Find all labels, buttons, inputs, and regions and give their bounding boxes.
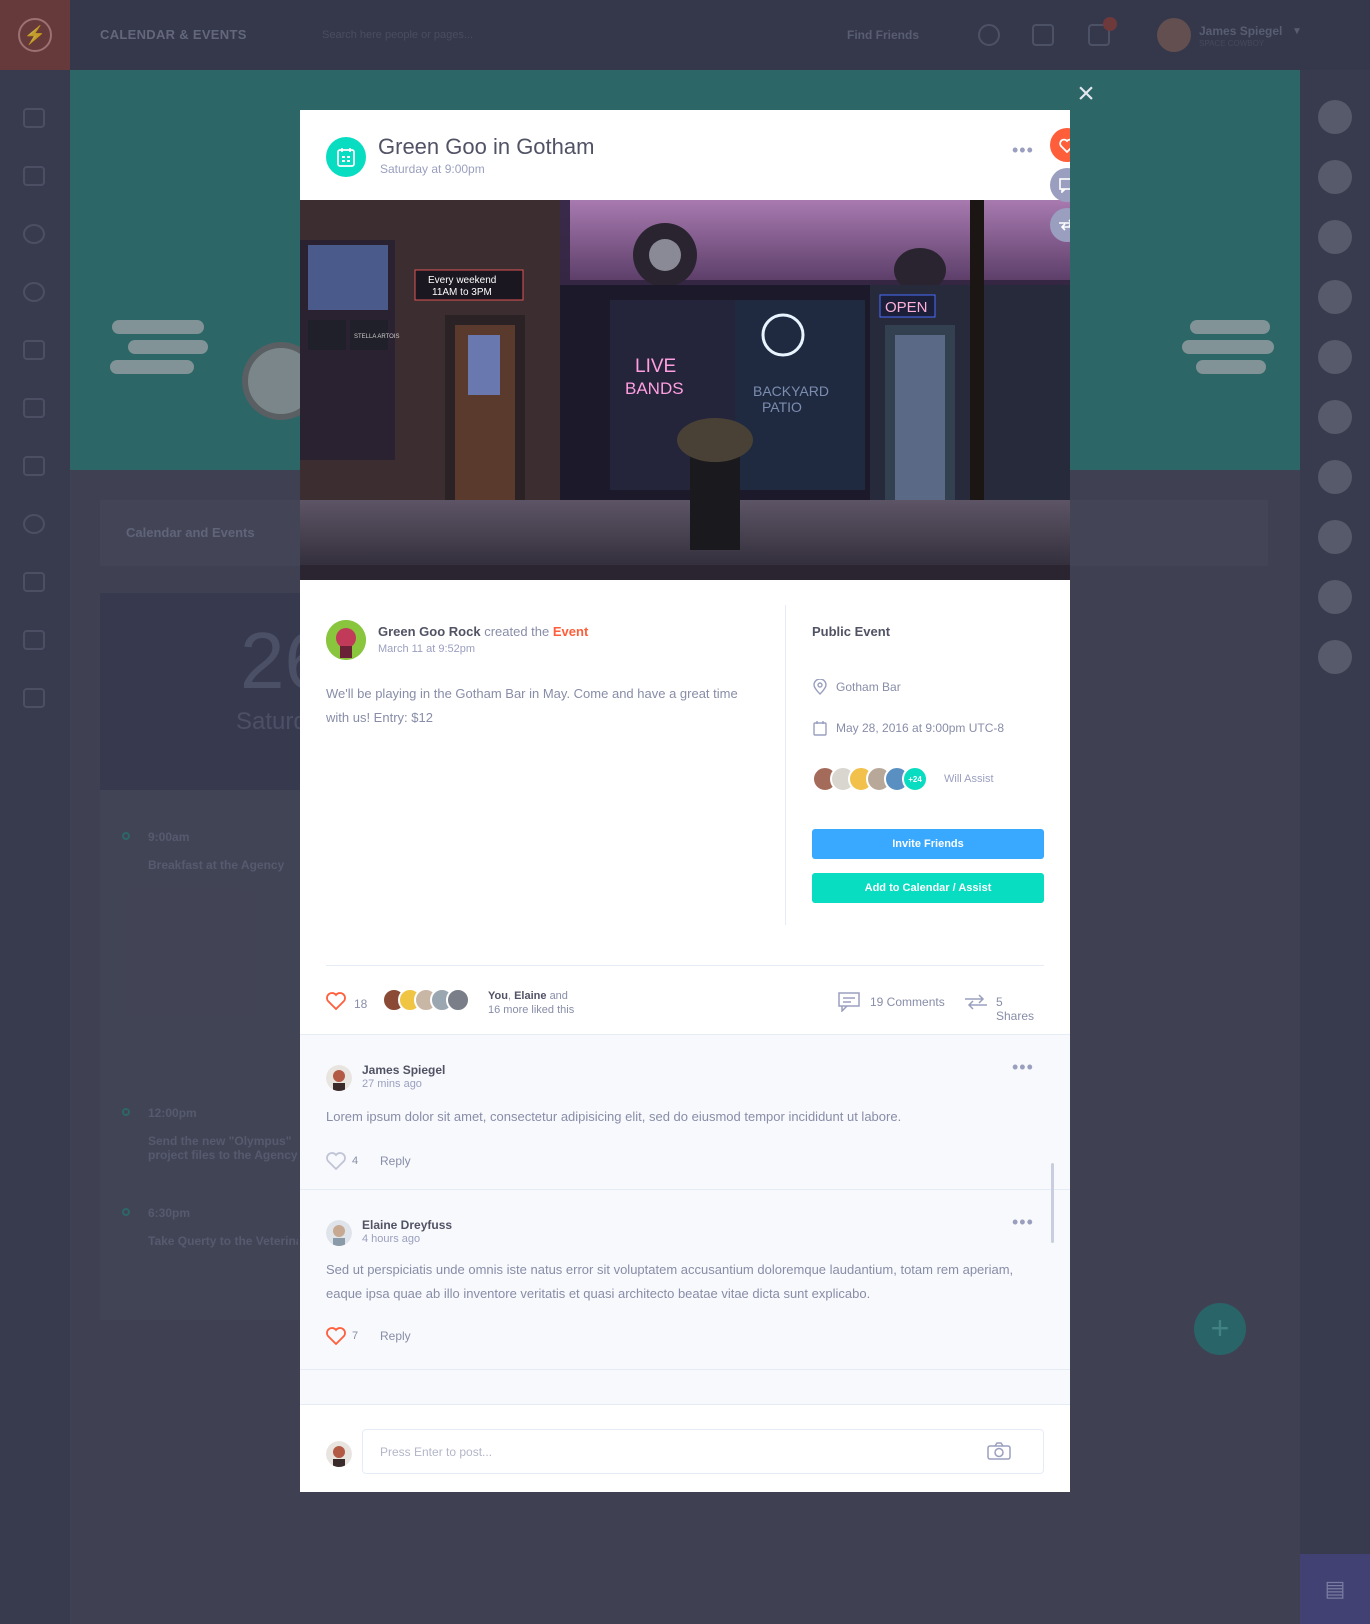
location-row: Gotham Bar bbox=[812, 679, 901, 695]
close-icon[interactable]: × bbox=[1074, 79, 1098, 109]
attendees-row[interactable]: +24 Will Assist bbox=[812, 766, 994, 792]
liker-elaine[interactable]: Elaine bbox=[514, 990, 546, 1002]
liked-by-text: You, Elaine and 16 more liked this bbox=[488, 990, 575, 1016]
comment-icon[interactable] bbox=[838, 992, 860, 1017]
calendar-icon bbox=[326, 137, 366, 177]
commenter-name[interactable]: Elaine Dreyfuss bbox=[362, 1218, 452, 1232]
current-user-avatar[interactable] bbox=[326, 1441, 352, 1467]
comment-item: James Spiegel 27 mins ago ••• Lorem ipsu… bbox=[300, 1035, 1070, 1190]
author-line: Green Goo Rock created the Event bbox=[378, 624, 588, 639]
neon-sign-open: OPEN bbox=[885, 299, 928, 316]
invite-friends-button[interactable]: Invite Friends bbox=[812, 829, 1044, 859]
more-dots-icon[interactable]: ••• bbox=[1012, 1212, 1034, 1233]
heart-icon[interactable] bbox=[326, 1327, 346, 1350]
heart-icon[interactable] bbox=[326, 992, 346, 1015]
camera-icon[interactable] bbox=[987, 1442, 1011, 1460]
more-dots-icon[interactable]: ••• bbox=[1012, 140, 1034, 161]
comments-section: James Spiegel 27 mins ago ••• Lorem ipsu… bbox=[300, 1034, 1070, 1404]
neon-sign-hours: 11AM to 3PM bbox=[432, 287, 492, 298]
reply-link[interactable]: Reply bbox=[380, 1329, 411, 1343]
column-divider bbox=[785, 605, 786, 925]
created-text: created the bbox=[484, 624, 550, 639]
will-assist-label: Will Assist bbox=[944, 773, 994, 785]
event-title: Green Goo in Gotham bbox=[378, 134, 595, 159]
comment-time: 27 mins ago bbox=[362, 1078, 422, 1090]
sign-patio: PATIO bbox=[762, 399, 802, 415]
divider bbox=[326, 965, 1044, 966]
location-text[interactable]: Gotham Bar bbox=[836, 680, 901, 694]
comment-input[interactable] bbox=[362, 1429, 1044, 1474]
commenter-avatar[interactable] bbox=[326, 1220, 352, 1246]
more-attendees-badge[interactable]: +24 bbox=[902, 766, 928, 792]
neon-sign-live: LIVE bbox=[635, 356, 676, 377]
comment-likes: 4 bbox=[352, 1155, 359, 1167]
comment-text: Sed ut perspiciatis unde omnis iste natu… bbox=[326, 1262, 1014, 1301]
stats-row: 18 You, Elaine and 16 more liked this 19… bbox=[326, 980, 1044, 1023]
liker-you[interactable]: You bbox=[488, 990, 508, 1002]
share-icon[interactable] bbox=[964, 993, 988, 1016]
datetime-text: May 28, 2016 at 9:00pm UTC-8 bbox=[836, 721, 1005, 735]
likes-count: 18 bbox=[354, 997, 368, 1011]
author-avatar[interactable] bbox=[326, 620, 366, 660]
datetime-row: May 28, 2016 at 9:00pm UTC-8 bbox=[812, 720, 1004, 736]
location-icon bbox=[812, 679, 828, 695]
heart-icon[interactable] bbox=[326, 1152, 346, 1175]
comment-text: Lorem ipsum dolor sit amet, consectetur … bbox=[326, 1109, 902, 1124]
more-dots-icon[interactable]: ••• bbox=[1012, 1057, 1034, 1078]
comment-time: 4 hours ago bbox=[362, 1233, 421, 1245]
liked-and: and bbox=[549, 990, 568, 1002]
modal-header: Green Goo in Gotham Saturday at 9:00pm •… bbox=[300, 110, 1070, 200]
shares-count[interactable]: 5 Shares bbox=[996, 995, 1044, 1023]
bar-storefront-image: Every weekend 11AM to 3PM STELLA ARTOIS … bbox=[300, 200, 1070, 580]
liked-more[interactable]: 16 more liked this bbox=[488, 1004, 574, 1016]
comments-count[interactable]: 19 Comments bbox=[870, 995, 945, 1009]
liker-avatar[interactable] bbox=[446, 988, 470, 1012]
post-comment-area bbox=[300, 1404, 1070, 1492]
event-subtitle: Saturday at 9:00pm bbox=[380, 162, 485, 176]
event-photo: Every weekend 11AM to 3PM STELLA ARTOIS … bbox=[300, 200, 1070, 580]
neon-sign-weekend: Every weekend bbox=[428, 275, 496, 286]
sign-backyard: BACKYARD bbox=[753, 383, 829, 399]
reply-link[interactable]: Reply bbox=[380, 1154, 411, 1168]
likers-avatars[interactable] bbox=[382, 988, 470, 1012]
public-event-label: Public Event bbox=[812, 624, 891, 639]
commenter-name[interactable]: James Spiegel bbox=[362, 1063, 445, 1077]
calendar-icon bbox=[812, 720, 828, 736]
neon-sign-bands: BANDS bbox=[625, 379, 684, 398]
comments-scrollbar[interactable] bbox=[1051, 1163, 1054, 1243]
comment-item: Elaine Dreyfuss 4 hours ago ••• Sed ut p… bbox=[300, 1190, 1070, 1370]
author-date: March 11 at 9:52pm bbox=[378, 643, 476, 655]
comment-likes: 7 bbox=[352, 1330, 359, 1342]
event-link[interactable]: Event bbox=[553, 624, 588, 639]
event-modal: Green Goo in Gotham Saturday at 9:00pm •… bbox=[300, 110, 1070, 1492]
commenter-avatar[interactable] bbox=[326, 1065, 352, 1091]
author-name[interactable]: Green Goo Rock bbox=[378, 624, 481, 639]
add-to-calendar-button[interactable]: Add to Calendar / Assist bbox=[812, 873, 1044, 903]
stella-sign: STELLA ARTOIS bbox=[354, 334, 399, 340]
event-description: We'll be playing in the Gotham Bar in Ma… bbox=[326, 686, 738, 725]
